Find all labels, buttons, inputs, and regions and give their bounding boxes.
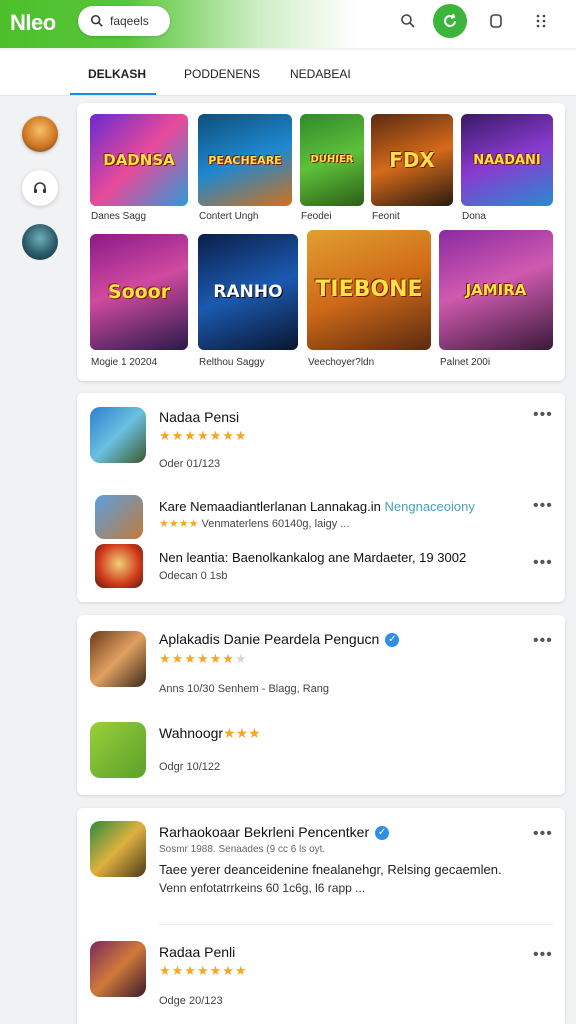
more-options-icon[interactable]: •••	[533, 825, 553, 843]
app-icon[interactable]	[90, 722, 146, 778]
app-description: Taee yerer deanceidenine fnealanehgr, Re…	[159, 862, 502, 877]
app-title[interactable]: Rarhaokoaar Bekrleni Pencentker ✓	[159, 824, 390, 841]
app-list-card-3: Rarhaokoaar Bekrleni Pencentker ✓ Sosmr 1…	[77, 808, 565, 1024]
refresh-icon	[444, 13, 456, 27]
verified-badge-icon: ✓	[375, 826, 390, 841]
rating-stars: ★★★★★★★	[159, 651, 248, 666]
more-options-icon[interactable]: •••	[533, 554, 553, 572]
more-options-icon[interactable]: •••	[533, 946, 553, 964]
app-title[interactable]: Kare Nemaadiantlerlanan Lannakag.in Neng…	[159, 499, 475, 514]
game-caption: Contert Ungh	[199, 211, 259, 222]
game-caption: Palnet 200i	[440, 357, 491, 368]
app-icon[interactable]	[95, 495, 143, 539]
tab-delkash[interactable]: DELKASH	[88, 67, 146, 81]
app-title[interactable]: Wahnoogr★★★	[159, 725, 261, 742]
more-vert-icon[interactable]	[530, 10, 552, 32]
app-list-card-2: Aplakadis Danie Peardela Pengucn ✓ ★★★★★★…	[77, 615, 565, 795]
app-icon[interactable]	[90, 821, 146, 877]
game-tile[interactable]: FDX	[371, 114, 453, 206]
tab-nedabeai[interactable]: NEDABEAI	[290, 67, 351, 81]
top-app-bar: Nleo faqeels	[0, 0, 576, 48]
app-icon[interactable]	[90, 941, 146, 997]
rating-stars: ★★★★★★★	[159, 428, 248, 443]
search-input-text: faqeels	[110, 14, 149, 28]
more-options-icon[interactable]: •••	[533, 406, 553, 424]
friend-avatar[interactable]	[22, 224, 58, 260]
app-subtitle: Sosmr 1988. Senaades (9 cc 6 ls oyt.	[159, 844, 326, 855]
more-options-icon[interactable]: •••	[533, 497, 553, 515]
profile-avatar[interactable]	[22, 116, 58, 152]
featured-games-card: DADNSA Danes Sagg PEACHEARE Contert Ungh…	[77, 103, 565, 381]
game-tile[interactable]: PEACHEARE	[198, 114, 292, 206]
game-caption: Relthou Saggy	[199, 357, 265, 368]
app-subtitle: Odge 20/123	[159, 995, 223, 1007]
app-title[interactable]: Aplakadis Danie Peardela Pengucn ✓	[159, 631, 400, 648]
app-subtitle: Oder 01/123	[159, 458, 221, 470]
app-icon[interactable]	[90, 631, 146, 687]
app-title[interactable]: Nadaa Pensi	[159, 409, 239, 425]
app-subtitle: ★★★★ Venmaterlens 60140g, laigy ...	[159, 518, 350, 530]
search-icon[interactable]	[397, 10, 419, 32]
app-icon[interactable]	[95, 544, 143, 588]
game-tile[interactable]: NAADANI	[461, 114, 553, 206]
tab-bar: DELKASH PODDENENS NEDABEAI	[0, 50, 576, 96]
search-icon	[90, 14, 103, 27]
game-caption: Danes Sagg	[91, 211, 147, 222]
game-caption: Veechoyer?ldn	[308, 357, 375, 368]
game-tile[interactable]: JAMIRA	[439, 230, 553, 350]
notification-icon[interactable]	[485, 10, 507, 32]
game-tile[interactable]: DADNSA	[90, 114, 188, 206]
app-subtitle: Odgr 10/122	[159, 761, 221, 773]
verified-badge-icon: ✓	[385, 633, 400, 648]
search-field[interactable]: faqeels	[78, 6, 170, 36]
app-subtitle: Anns 10/30 Senhem - Blagg, Rang	[159, 683, 330, 695]
game-tile[interactable]: TIEBONE	[307, 230, 431, 350]
list-divider	[159, 924, 553, 925]
refresh-button[interactable]	[433, 4, 467, 38]
app-title[interactable]: Radaa Penli	[159, 944, 235, 960]
tab-poddenens[interactable]: PODDENENS	[184, 67, 260, 81]
rating-stars: ★★★★★★★	[159, 963, 248, 978]
game-caption: Feodei	[301, 211, 332, 222]
game-tile[interactable]: DUHIER	[300, 114, 364, 206]
app-subtitle: Odecan 0 1sb	[159, 570, 228, 582]
more-options-icon[interactable]: •••	[533, 632, 553, 650]
app-title[interactable]: Nen leantia: Baenolkankalog ane Mardaete…	[159, 550, 466, 565]
app-meta: Venn enfotatrrkeins 60 1c6g, l6 rapp ...	[159, 881, 366, 895]
game-caption: Feonit	[372, 211, 400, 222]
active-tab-indicator	[70, 93, 156, 95]
app-logo[interactable]: Nleo	[10, 10, 56, 36]
game-tile[interactable]: RANHO	[198, 234, 298, 350]
app-list-card-1: Nadaa Pensi ★★★★★★★ Oder 01/123 ••• Kare…	[77, 393, 565, 602]
game-tile[interactable]: Sooor	[90, 234, 188, 350]
game-caption: Dona	[462, 211, 486, 222]
app-icon[interactable]	[90, 407, 146, 463]
game-caption: Mogie 1 20204	[91, 357, 158, 368]
headset-icon	[34, 182, 46, 193]
headset-button[interactable]	[22, 170, 58, 206]
